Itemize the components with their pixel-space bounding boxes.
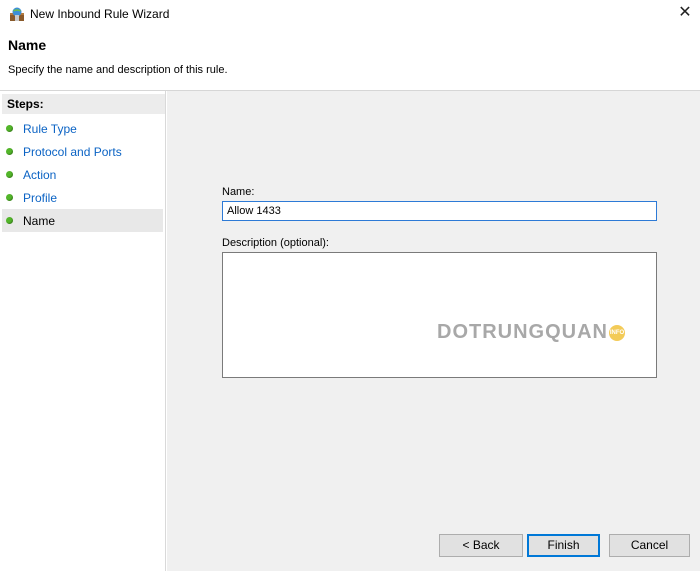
window-title: New Inbound Rule Wizard bbox=[30, 7, 170, 21]
watermark-badge-icon: INFO bbox=[609, 324, 625, 341]
step-label: Rule Type bbox=[23, 122, 77, 136]
step-label: Profile bbox=[23, 191, 58, 205]
cancel-button[interactable]: Cancel bbox=[609, 534, 690, 557]
step-rule-type[interactable]: Rule Type bbox=[2, 117, 163, 140]
back-button[interactable]: < Back bbox=[439, 534, 523, 557]
step-label: Name bbox=[23, 214, 56, 228]
firewall-wizard-icon bbox=[9, 6, 25, 22]
description-input[interactable] bbox=[222, 252, 657, 378]
name-input[interactable] bbox=[222, 201, 657, 221]
step-action[interactable]: Action bbox=[2, 163, 163, 186]
step-name: Name bbox=[2, 209, 163, 232]
step-label: Action bbox=[23, 168, 57, 182]
step-label: Protocol and Ports bbox=[23, 145, 122, 159]
close-icon[interactable]: ✕ bbox=[670, 0, 700, 28]
finish-button[interactable]: Finish bbox=[527, 534, 600, 557]
title-bar: New Inbound Rule Wizard ✕ bbox=[0, 0, 700, 28]
steps-panel: Steps: Rule Type Protocol and Ports Acti… bbox=[0, 91, 166, 571]
page-subtitle: Specify the name and description of this… bbox=[8, 64, 228, 76]
wizard-content: Name: Description (optional): DOTRUNGQUA… bbox=[167, 91, 700, 571]
step-protocol-and-ports[interactable]: Protocol and Ports bbox=[2, 140, 163, 163]
step-profile[interactable]: Profile bbox=[2, 186, 163, 209]
wizard-header: Name Specify the name and description of… bbox=[0, 28, 700, 90]
step-complete-icon bbox=[6, 194, 13, 201]
step-current-icon bbox=[6, 217, 13, 224]
watermark: DOTRUNGQUAN INFO bbox=[437, 321, 625, 344]
page-title: Name bbox=[8, 37, 47, 53]
step-complete-icon bbox=[6, 125, 13, 132]
step-complete-icon bbox=[6, 171, 13, 178]
steps-header: Steps: bbox=[2, 94, 165, 114]
watermark-text: DOTRUNGQUAN bbox=[437, 321, 608, 343]
name-label: Name: bbox=[222, 186, 255, 198]
description-label: Description (optional): bbox=[222, 237, 329, 249]
step-complete-icon bbox=[6, 148, 13, 155]
